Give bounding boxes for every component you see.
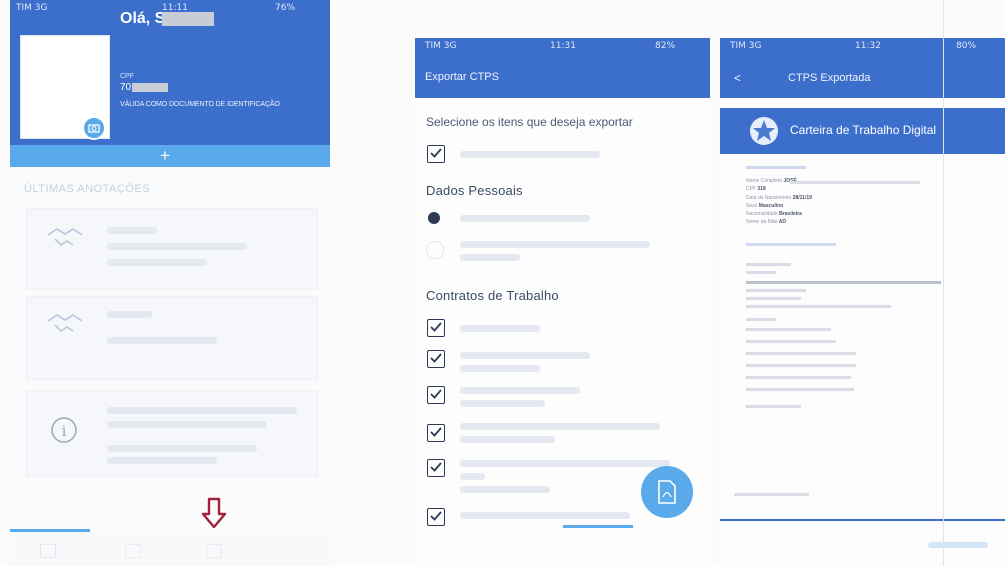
status-bar: TIM 3G 11:31 82% (415, 38, 710, 56)
name-redaction (162, 12, 214, 26)
export-pdf-button[interactable] (641, 466, 693, 518)
doc-line (790, 181, 920, 184)
carrier-label: TIM 3G (425, 41, 457, 51)
doc-line (746, 405, 801, 408)
carrier-label: TIM 3G (16, 3, 48, 13)
doc-line (746, 352, 856, 355)
screen-1: TIM 3G 11:11 76% Olá, S CPF 70 VÁLIDA CO… (10, 0, 330, 566)
document-banner: Carteira de Trabalho Digital (720, 108, 1005, 154)
pdf-icon (658, 480, 676, 504)
profile-header: TIM 3G 11:11 76% Olá, S CPF 70 VÁLIDA CO… (10, 0, 330, 145)
handshake-icon (47, 228, 83, 247)
annotation-card[interactable] (26, 208, 318, 290)
doc-line (746, 263, 791, 266)
time-label: 11:32 (855, 41, 881, 51)
contract-checkbox[interactable] (427, 508, 445, 526)
battery-label: 76% (275, 3, 296, 13)
contract-checkbox[interactable] (427, 350, 445, 368)
bottom-divider (720, 519, 1005, 521)
doc-field-list: Nome Completo JOSÉ CPF 318 Data de Nasci… (746, 178, 986, 268)
back-icon[interactable]: < (734, 71, 741, 85)
radio-selected-icon[interactable] (428, 212, 440, 224)
contract-checkbox[interactable] (427, 319, 445, 337)
doc-field: Data de Nascimento 28/11/19 (746, 195, 812, 201)
contract-checkbox[interactable] (427, 424, 445, 442)
doc-line (746, 328, 831, 331)
handshake-icon (47, 314, 83, 333)
svg-text:i: i (62, 422, 67, 440)
doc-field: Sexo Masculino (746, 203, 784, 209)
contract-checkbox[interactable] (427, 386, 445, 404)
cpf-value: 70 (120, 82, 132, 93)
annotation-card[interactable]: i (26, 390, 318, 477)
screen-3: TIM 3G 11:32 80% < CTPS Exportada Cartei… (720, 38, 1005, 566)
vertical-divider (943, 0, 944, 566)
down-arrow-icon (201, 497, 227, 529)
time-label: 11:31 (550, 41, 576, 51)
tab-home[interactable] (40, 544, 56, 558)
expand-bar[interactable]: + (10, 145, 330, 167)
export-prompt: Selecione os itens que deseja exportar (426, 115, 633, 129)
doc-line (746, 166, 806, 169)
coat-of-arms-icon (750, 117, 778, 145)
contracts-heading: Contratos de Trabalho (426, 288, 559, 303)
share-link[interactable] (928, 542, 988, 548)
export-header: TIM 3G 11:31 82% Exportar CTPS (415, 38, 710, 98)
tab-indicator (563, 525, 633, 528)
select-all-checkbox[interactable] (427, 145, 445, 163)
page-title: CTPS Exportada (788, 72, 871, 84)
tab-contracts[interactable] (125, 544, 141, 558)
plus-icon: + (160, 146, 170, 165)
page-title: Exportar CTPS (425, 71, 499, 83)
section-title: ÚLTIMAS ANOTAÇÕES (24, 183, 151, 195)
tab-benefits[interactable] (206, 544, 222, 558)
doc-line (746, 289, 806, 292)
doc-field: Nacionalidade Brasileira (746, 211, 802, 217)
status-bar: TIM 3G 11:32 80% (720, 38, 1005, 56)
doc-line (746, 318, 776, 321)
doc-line (746, 243, 836, 246)
carrier-label: TIM 3G (730, 41, 762, 51)
doc-line (746, 364, 856, 367)
doc-line (746, 281, 941, 284)
radio-empty-icon[interactable] (426, 241, 444, 259)
doc-line (746, 340, 836, 343)
contract-checkbox[interactable] (427, 459, 445, 477)
personal-data-heading: Dados Pessoais (426, 183, 523, 198)
doc-line (734, 493, 809, 496)
battery-label: 80% (956, 41, 977, 51)
doc-line (746, 305, 891, 308)
info-icon: i (51, 417, 77, 443)
doc-line (746, 376, 851, 379)
annotation-card[interactable] (26, 296, 318, 380)
bottom-tab-bar (10, 532, 330, 566)
battery-label: 82% (655, 41, 676, 51)
doc-field: Nome da Mãe AD (746, 219, 787, 225)
doc-field: CPF 318 (746, 186, 766, 192)
cpf-redaction (132, 83, 168, 92)
id-notice: VÁLIDA COMO DOCUMENTO DE IDENTIFICAÇÃO (120, 101, 280, 108)
cpf-label: CPF (120, 73, 134, 80)
doc-line (746, 297, 801, 300)
screen-2: TIM 3G 11:31 82% Exportar CTPS Selecione… (415, 38, 710, 566)
greeting: Olá, S (120, 10, 166, 27)
doc-line (746, 271, 776, 274)
exported-header: TIM 3G 11:32 80% < CTPS Exportada (720, 38, 1005, 98)
camera-icon[interactable] (82, 116, 106, 140)
document-title: Carteira de Trabalho Digital (790, 123, 937, 137)
doc-line (746, 388, 854, 391)
